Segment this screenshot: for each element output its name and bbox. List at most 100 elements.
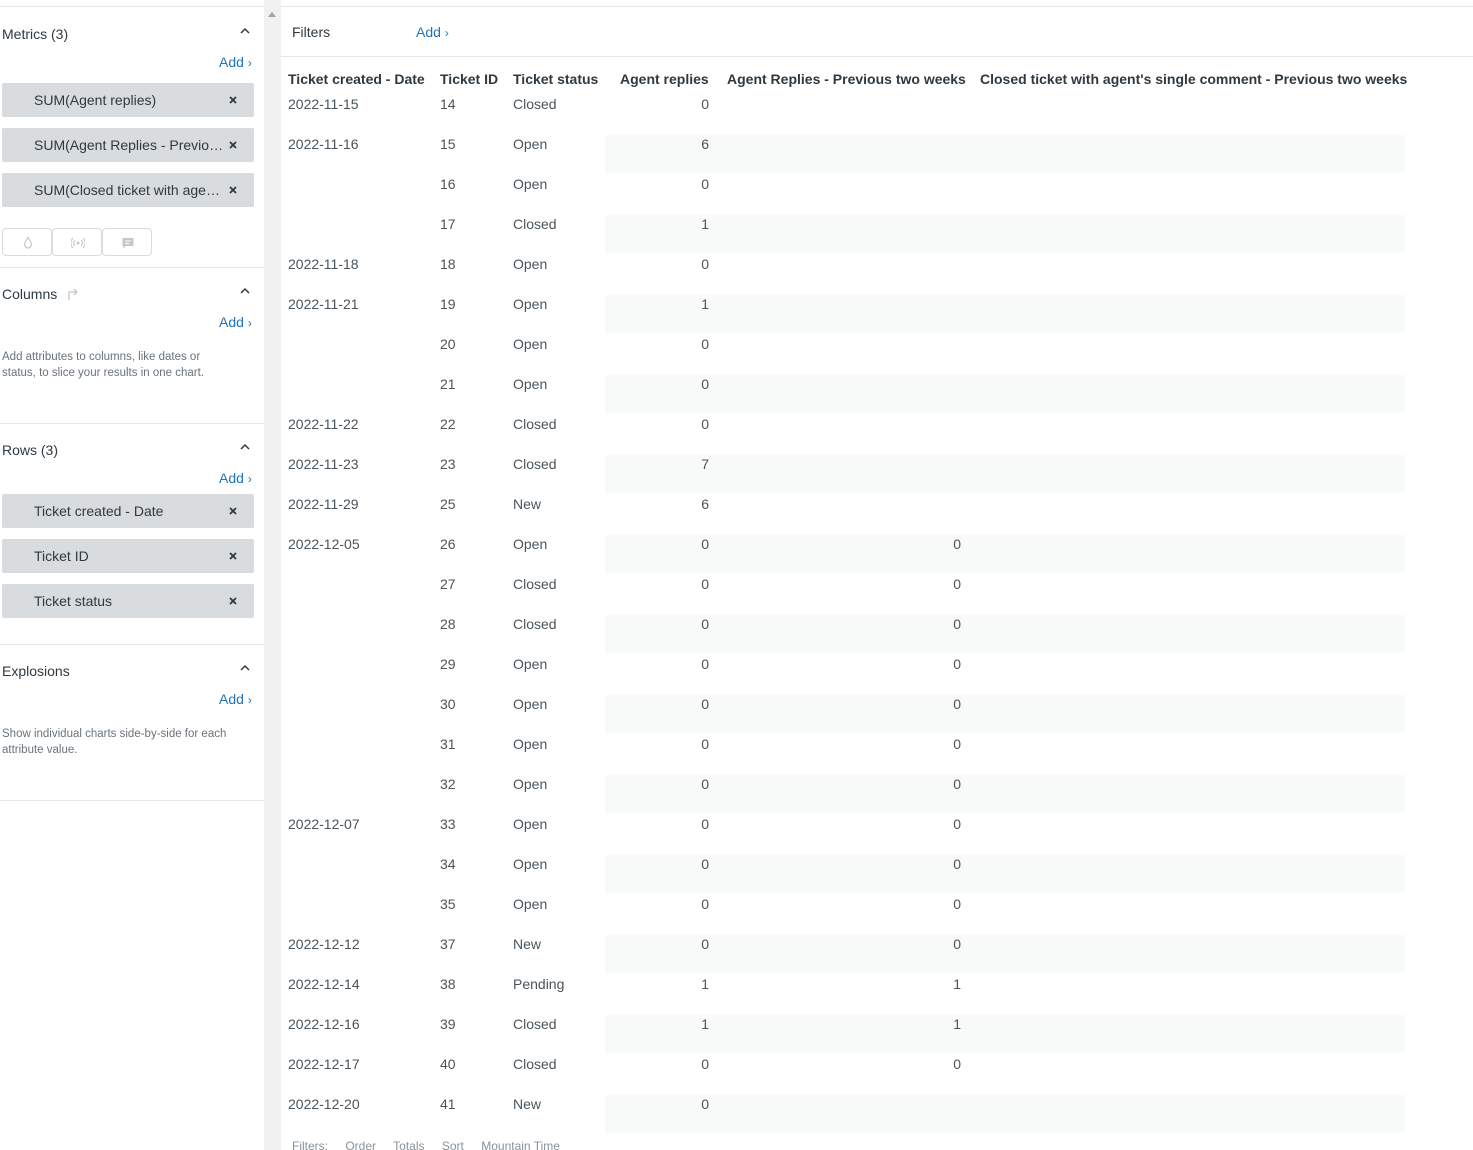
- swap-icon[interactable]: [66, 287, 80, 301]
- column-header[interactable]: Closed ticket with agent's single commen…: [980, 71, 1407, 87]
- row-stripe: [605, 775, 1405, 813]
- agent-replies-cell: 0: [701, 336, 709, 352]
- footer-item[interactable]: Filters:: [292, 1139, 328, 1150]
- agent-replies-cell: 1: [701, 216, 709, 232]
- metrics-section-title: Metrics (3): [2, 26, 69, 42]
- row-stripe: [605, 935, 1405, 973]
- ticket-id-cell: 33: [440, 816, 456, 832]
- agent-replies-cell: 0: [701, 96, 709, 112]
- remove-icon[interactable]: [227, 504, 239, 516]
- remove-icon[interactable]: [227, 93, 239, 105]
- ticket-id-cell: 31: [440, 736, 456, 752]
- ticket-id-cell: 30: [440, 696, 456, 712]
- column-header[interactable]: Agent Replies - Previous two weeks: [727, 71, 966, 87]
- sidebar-scrollbar[interactable]: [264, 0, 281, 1150]
- remove-icon[interactable]: [227, 183, 239, 195]
- date-cell: 2022-11-15: [288, 96, 359, 112]
- table-row: 35 Open 0 0: [281, 892, 1473, 932]
- explosions-add-button[interactable]: Add ›: [219, 691, 252, 707]
- date-cell: 2022-12-12: [288, 936, 360, 952]
- ticket-id-cell: 34: [440, 856, 456, 872]
- agent-replies-cell: 0: [701, 936, 709, 952]
- row-pill[interactable]: Ticket created - Date: [2, 494, 254, 528]
- columns-section-title: Columns: [2, 286, 80, 302]
- date-cell: 2022-12-05: [288, 536, 360, 552]
- status-cell: New: [513, 936, 542, 952]
- chevron-right-icon: ›: [247, 472, 252, 486]
- status-cell: Pending: [513, 976, 565, 992]
- comment-icon: [122, 238, 134, 249]
- rows-add-button[interactable]: Add ›: [219, 470, 252, 486]
- remove-icon[interactable]: [227, 594, 239, 606]
- agent-replies-cell: 0: [701, 576, 709, 592]
- chevron-up-icon[interactable]: [239, 662, 251, 674]
- status-cell: Open: [513, 376, 548, 392]
- comment-button[interactable]: [102, 228, 152, 256]
- explosions-section-title: Explosions: [2, 663, 70, 679]
- status-cell: Open: [513, 256, 548, 272]
- table-row: 31 Open 0 0: [281, 732, 1473, 772]
- ticket-id-cell: 18: [440, 256, 456, 272]
- drop-button[interactable]: [2, 228, 52, 256]
- footer-item[interactable]: Totals: [393, 1139, 424, 1150]
- ticket-id-cell: 19: [440, 296, 456, 312]
- table-row: 34 Open 0 0: [281, 852, 1473, 893]
- ticket-id-cell: 26: [440, 536, 456, 552]
- remove-icon[interactable]: [227, 138, 239, 150]
- sidebar-divider: [0, 644, 264, 645]
- columns-add-button[interactable]: Add ›: [219, 314, 252, 330]
- metric-pill[interactable]: SUM(Agent Replies - Previous two weeks): [2, 128, 254, 162]
- chevron-right-icon: ›: [247, 693, 252, 707]
- ticket-id-cell: 21: [440, 376, 456, 392]
- agent-replies-cell: 0: [701, 176, 709, 192]
- metric-pill-label: SUM(Agent replies): [34, 92, 157, 108]
- table-row: 16 Open 0: [281, 172, 1473, 212]
- ticket-id-cell: 38: [440, 976, 456, 992]
- broadcast-button[interactable]: [52, 228, 102, 256]
- chevron-up-icon[interactable]: [239, 441, 251, 453]
- filters-add-label: Add: [416, 24, 441, 40]
- ticket-id-cell: 27: [440, 576, 456, 592]
- status-cell: Open: [513, 896, 548, 912]
- table-row: 2022-12-14 38 Pending 1 1: [281, 972, 1473, 1012]
- sidebar-divider: [0, 267, 264, 268]
- chevron-right-icon: ›: [444, 26, 449, 40]
- column-header[interactable]: Ticket created - Date: [288, 71, 425, 87]
- agent-replies-cell: 0: [701, 376, 709, 392]
- status-cell: Open: [513, 816, 548, 832]
- table-row: 21 Open 0: [281, 372, 1473, 413]
- status-cell: Closed: [513, 1056, 557, 1072]
- agent-replies-cell: 0: [701, 256, 709, 272]
- table-row: 17 Closed 1: [281, 212, 1473, 253]
- row-pill[interactable]: Ticket status: [2, 584, 254, 618]
- date-cell: 2022-11-18: [288, 256, 359, 272]
- prev-two-weeks-cell: 0: [953, 616, 961, 632]
- column-header[interactable]: Ticket status: [513, 71, 598, 87]
- footer-item[interactable]: Mountain Time: [481, 1139, 560, 1150]
- date-cell: 2022-11-22: [288, 416, 359, 432]
- column-header[interactable]: Ticket ID: [440, 71, 498, 87]
- chevron-up-icon[interactable]: [239, 285, 251, 297]
- table-row: 2022-12-07 33 Open 0 0: [281, 812, 1473, 852]
- metrics-add-button[interactable]: Add ›: [219, 54, 252, 70]
- scroll-up-arrow-icon[interactable]: [268, 12, 276, 17]
- metrics-add-label: Add: [219, 54, 244, 70]
- chevron-up-icon[interactable]: [239, 25, 251, 37]
- agent-replies-cell: 1: [701, 1016, 709, 1032]
- filters-add-button[interactable]: Add ›: [416, 24, 449, 40]
- status-cell: Open: [513, 536, 548, 552]
- agent-replies-cell: 0: [701, 816, 709, 832]
- status-cell: Open: [513, 136, 548, 152]
- footer-item[interactable]: Sort: [442, 1139, 464, 1150]
- footer-item[interactable]: Order: [345, 1139, 376, 1150]
- table-row: 30 Open 0 0: [281, 692, 1473, 733]
- date-cell: 2022-12-17: [288, 1056, 360, 1072]
- status-cell: Open: [513, 656, 548, 672]
- date-cell: 2022-11-29: [288, 496, 359, 512]
- metric-pill[interactable]: SUM(Agent replies): [2, 83, 254, 117]
- row-pill[interactable]: Ticket ID: [2, 539, 254, 573]
- column-header[interactable]: Agent replies: [620, 71, 709, 87]
- metric-pill[interactable]: SUM(Closed ticket with agent's single co…: [2, 173, 254, 207]
- remove-icon[interactable]: [227, 549, 239, 561]
- prev-two-weeks-cell: 0: [953, 656, 961, 672]
